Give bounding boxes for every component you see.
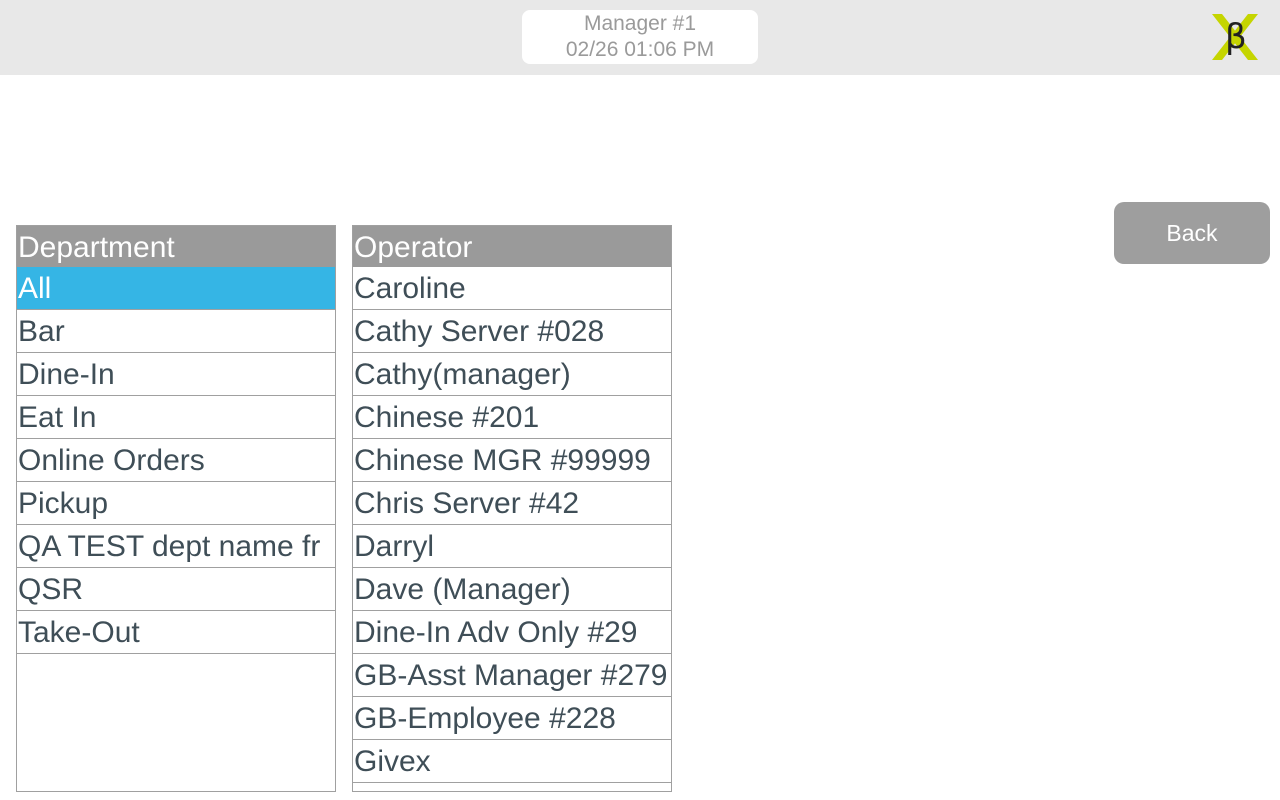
back-button[interactable]: Back	[1114, 202, 1270, 264]
operator-item[interactable]: Darryl	[353, 525, 671, 568]
user-name: Manager #1	[583, 12, 697, 35]
svg-text:β: β	[1225, 17, 1247, 57]
department-item[interactable]: All	[17, 267, 335, 310]
department-item[interactable]: Dine-In	[17, 353, 335, 396]
department-item[interactable]: QA TEST dept name fr	[17, 525, 335, 568]
department-item[interactable]: Eat In	[17, 396, 335, 439]
beta-x-logo-icon: β	[1208, 10, 1262, 64]
operator-item[interactable]: Dave (Manager)	[353, 568, 671, 611]
department-item[interactable]: Pickup	[17, 482, 335, 525]
operator-item[interactable]: Caroline	[353, 267, 671, 310]
operator-item[interactable]: Dine-In Adv Only #29	[353, 611, 671, 654]
operator-header: Operator	[353, 226, 671, 267]
department-list: Department All Bar Dine-In Eat In Online…	[16, 225, 336, 792]
operator-item[interactable]	[353, 783, 671, 791]
operator-list[interactable]: Operator Caroline Cathy Server #028 Cath…	[352, 225, 672, 792]
operator-item[interactable]: Cathy(manager)	[353, 353, 671, 396]
operator-item[interactable]: Chinese #201	[353, 396, 671, 439]
operator-item[interactable]: Givex	[353, 740, 671, 783]
department-item[interactable]: Take-Out	[17, 611, 335, 654]
operator-item[interactable]: Chinese MGR #99999	[353, 439, 671, 482]
department-item[interactable]: Online Orders	[17, 439, 335, 482]
date-time: 02/26 01:06 PM	[565, 38, 715, 61]
department-item[interactable]: Bar	[17, 310, 335, 353]
operator-item[interactable]: GB-Asst Manager #279	[353, 654, 671, 697]
user-info-box: Manager #1 02/26 01:06 PM	[522, 10, 758, 64]
operator-item[interactable]: Chris Server #42	[353, 482, 671, 525]
department-header: Department	[17, 226, 335, 267]
operator-item[interactable]: GB-Employee #228	[353, 697, 671, 740]
operator-item[interactable]: Cathy Server #028	[353, 310, 671, 353]
department-item[interactable]: QSR	[17, 568, 335, 611]
top-bar: Manager #1 02/26 01:06 PM β	[0, 0, 1280, 75]
